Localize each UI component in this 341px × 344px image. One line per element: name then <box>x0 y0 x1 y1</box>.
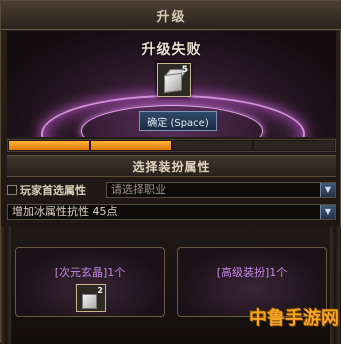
result-text: 升级失败 <box>141 42 202 58</box>
material-item-slot[interactable]: 2 <box>76 284 106 312</box>
cube-icon <box>82 294 97 309</box>
dropdown-arrow-icon[interactable]: ▼ <box>320 183 335 197</box>
upgrade-item-slot[interactable]: 5 <box>157 63 191 97</box>
cube-icon <box>164 72 182 94</box>
job-select[interactable]: 请选择职业 ▼ <box>106 182 336 198</box>
section-title: 选择装扮属性 <box>7 155 336 177</box>
material-count: 2 <box>97 286 103 295</box>
progress-segment <box>172 141 253 150</box>
progress-segment <box>254 141 334 150</box>
upgrade-progress-bar <box>7 139 336 152</box>
material-caption-left: [次元玄晶]1个 <box>54 266 126 279</box>
upgrade-window: 升级 升级失败 5 确定 (Space) 选择装扮属性 玩家首选属性 请选择职业… <box>0 0 341 344</box>
attribute-select[interactable]: 增加冰属性抗性 45点 ▼ <box>7 204 336 220</box>
upgrade-stage: 升级失败 5 确定 (Space) <box>7 31 336 137</box>
title-bar[interactable]: 升级 <box>1 1 341 30</box>
confirm-button[interactable]: 确定 (Space) <box>139 111 217 131</box>
attribute-row: 增加冰属性抗性 45点 ▼ <box>7 203 336 221</box>
site-watermark: 中鲁手游网 <box>249 308 339 329</box>
preferred-attribute-checkbox[interactable] <box>7 185 17 195</box>
material-slot-left[interactable]: [次元玄晶]1个 2 <box>15 247 165 317</box>
preferred-attribute-label: 玩家首选属性 <box>20 184 86 197</box>
preferred-attribute-row: 玩家首选属性 请选择职业 ▼ <box>7 181 336 199</box>
left-pillar-decoration <box>1 227 11 344</box>
progress-segment <box>9 141 89 150</box>
window-title: 升级 <box>156 9 187 25</box>
job-select-value: 请选择职业 <box>111 183 166 196</box>
item-count: 5 <box>181 65 188 75</box>
material-caption-right: [高级装扮]1个 <box>216 266 288 279</box>
dropdown-arrow-icon[interactable]: ▼ <box>320 205 335 219</box>
progress-segment <box>90 141 171 150</box>
attribute-select-value: 增加冰属性抗性 45点 <box>12 205 118 218</box>
